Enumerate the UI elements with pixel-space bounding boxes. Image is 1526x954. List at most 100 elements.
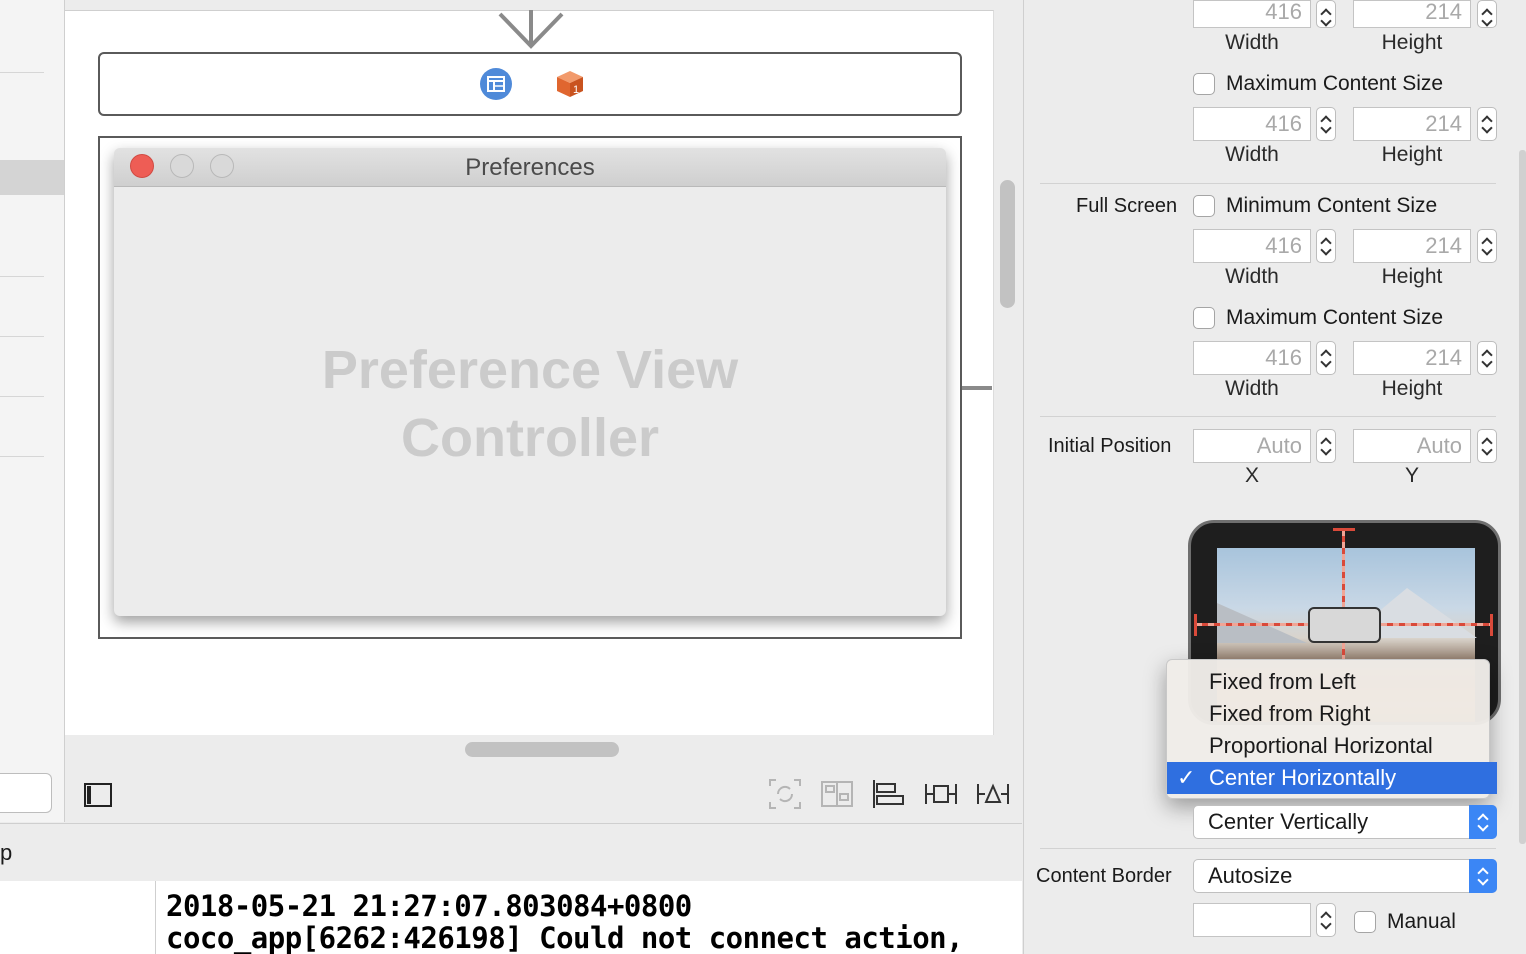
console-line: coco_app[6262:426198] Could not connect … xyxy=(166,921,964,954)
preferences-window[interactable]: Preferences Preference View Controller xyxy=(114,148,946,616)
position-x-stepper[interactable] xyxy=(1316,429,1336,463)
segue-arrow-icon xyxy=(498,10,564,49)
vertical-guide-line xyxy=(1342,530,1345,607)
relationship-segue-line xyxy=(962,386,992,390)
height-label: Height xyxy=(1381,265,1443,288)
horizontal-position-menu: Fixed from Left Fixed from Right Proport… xyxy=(1166,659,1497,799)
x-label: X xyxy=(1244,464,1259,487)
first-responder-cube-icon[interactable]: 1 xyxy=(556,70,584,98)
fs-min-width-field[interactable]: 416 xyxy=(1193,229,1311,263)
vertical-scrollbar[interactable] xyxy=(1000,180,1015,308)
fs-max-content-size-label: Maximum Content Size xyxy=(1226,306,1444,329)
navigator-divider xyxy=(0,276,44,277)
content-border-stepper[interactable] xyxy=(1316,903,1336,937)
width-stepper[interactable] xyxy=(1316,0,1336,28)
console-line: 2018-05-21 21:27:07.803084+0800 xyxy=(166,889,692,923)
navigator-divider xyxy=(0,456,44,457)
horizontal-guide-line xyxy=(1196,623,1308,626)
resolve-auto-layout-icon[interactable] xyxy=(976,778,1010,810)
section-separator xyxy=(1040,416,1496,417)
y-label: Y xyxy=(1404,464,1419,487)
width-label: Width xyxy=(1225,265,1279,288)
content-border-popup[interactable]: Autosize xyxy=(1193,859,1497,893)
placeholder-line: Preference View xyxy=(321,340,739,400)
menu-item-fixed-from-left[interactable]: Fixed from Left xyxy=(1167,666,1489,698)
view-controller-placeholder: Preference View Controller xyxy=(114,336,946,472)
add-constraints-icon[interactable] xyxy=(924,778,958,810)
position-y-field[interactable]: Auto xyxy=(1353,429,1471,463)
height-label: Height xyxy=(1381,31,1443,54)
navigator-filter-field[interactable] xyxy=(0,773,52,813)
position-x-field[interactable]: Auto xyxy=(1193,429,1311,463)
inspector-scrollbar[interactable] xyxy=(1519,150,1526,844)
section-separator xyxy=(1040,183,1496,184)
fs-max-height-stepper[interactable] xyxy=(1477,341,1497,375)
debug-target-label: p xyxy=(0,840,13,865)
guide-cap xyxy=(1490,614,1493,636)
popup-arrows-icon xyxy=(1469,805,1497,839)
fs-min-height-stepper[interactable] xyxy=(1477,229,1497,263)
menu-item-proportional-horizontal[interactable]: Proportional Horizontal xyxy=(1167,730,1489,762)
checkmark-icon: ✓ xyxy=(1177,765,1196,790)
variables-view[interactable] xyxy=(0,881,156,954)
vertical-position-popup[interactable]: Center Vertically xyxy=(1193,805,1497,839)
update-frames-icon[interactable] xyxy=(768,778,802,810)
guide-cap xyxy=(1333,528,1355,531)
width-label: Width xyxy=(1225,377,1279,400)
navigator-divider xyxy=(0,396,44,397)
max-width-stepper[interactable] xyxy=(1316,107,1336,141)
sidebar-toggle-icon[interactable] xyxy=(84,782,112,808)
manual-label: Manual xyxy=(1387,910,1456,933)
height-stepper[interactable] xyxy=(1477,0,1497,28)
fs-min-content-size-checkbox[interactable] xyxy=(1193,195,1215,217)
max-height-field[interactable]: 214 xyxy=(1353,107,1471,141)
embed-in-stack-icon[interactable] xyxy=(820,778,854,810)
content-border-thickness-field[interactable] xyxy=(1193,903,1311,937)
menu-item-fixed-from-right[interactable]: Fixed from Right xyxy=(1167,698,1489,730)
window-controller-icon[interactable] xyxy=(480,68,512,100)
fs-min-height-field[interactable]: 214 xyxy=(1353,229,1471,263)
align-icon[interactable] xyxy=(872,778,906,810)
height-label: Height xyxy=(1381,143,1443,166)
window-titlebar: Preferences xyxy=(114,148,946,187)
scene-dock xyxy=(98,52,962,116)
height-label: Height xyxy=(1381,377,1443,400)
popup-value: Center Vertically xyxy=(1208,809,1369,834)
fs-max-width-stepper[interactable] xyxy=(1316,341,1336,375)
vertical-guide-line xyxy=(1342,643,1345,659)
svg-text:1: 1 xyxy=(573,84,579,96)
max-width-field[interactable]: 416 xyxy=(1193,107,1311,141)
initial-position-label: Initial Position xyxy=(1048,435,1172,457)
width-label: Width xyxy=(1225,31,1279,54)
horizontal-guide-line xyxy=(1381,623,1491,626)
horizontal-scrollbar[interactable] xyxy=(465,742,619,757)
popup-arrows-icon xyxy=(1469,859,1497,893)
preview-window-handle[interactable] xyxy=(1308,607,1381,643)
max-height-stepper[interactable] xyxy=(1477,107,1497,141)
fs-min-content-size-label: Minimum Content Size xyxy=(1226,194,1438,217)
section-separator xyxy=(1040,848,1496,849)
width-label: Width xyxy=(1225,143,1279,166)
max-content-size-label: Maximum Content Size xyxy=(1226,72,1444,95)
navigator-selected-row[interactable] xyxy=(0,160,64,195)
full-screen-label: Full Screen xyxy=(1076,195,1178,217)
guide-cap xyxy=(1194,614,1197,636)
fs-max-width-field[interactable]: 416 xyxy=(1193,341,1311,375)
console-output[interactable]: 2018-05-21 21:27:07.803084+0800 coco_app… xyxy=(156,881,1022,954)
max-content-size-checkbox[interactable] xyxy=(1193,73,1215,95)
height-field[interactable]: 214 xyxy=(1353,0,1471,28)
fs-max-height-field[interactable]: 214 xyxy=(1353,341,1471,375)
width-field[interactable]: 416 xyxy=(1193,0,1311,28)
fs-min-width-stepper[interactable] xyxy=(1316,229,1336,263)
debug-area-header xyxy=(0,823,1022,882)
navigator-panel xyxy=(0,0,65,822)
position-y-stepper[interactable] xyxy=(1477,429,1497,463)
menu-item-center-horizontally[interactable]: ✓ Center Horizontally xyxy=(1167,762,1497,794)
window-title: Preferences xyxy=(465,154,595,181)
manual-checkbox[interactable] xyxy=(1354,911,1376,933)
fs-max-content-size-checkbox[interactable] xyxy=(1193,307,1215,329)
menu-item-label: Center Horizontally xyxy=(1209,765,1397,790)
popup-value: Autosize xyxy=(1208,863,1293,888)
navigator-divider xyxy=(0,336,44,337)
placeholder-line: Controller xyxy=(400,408,659,468)
